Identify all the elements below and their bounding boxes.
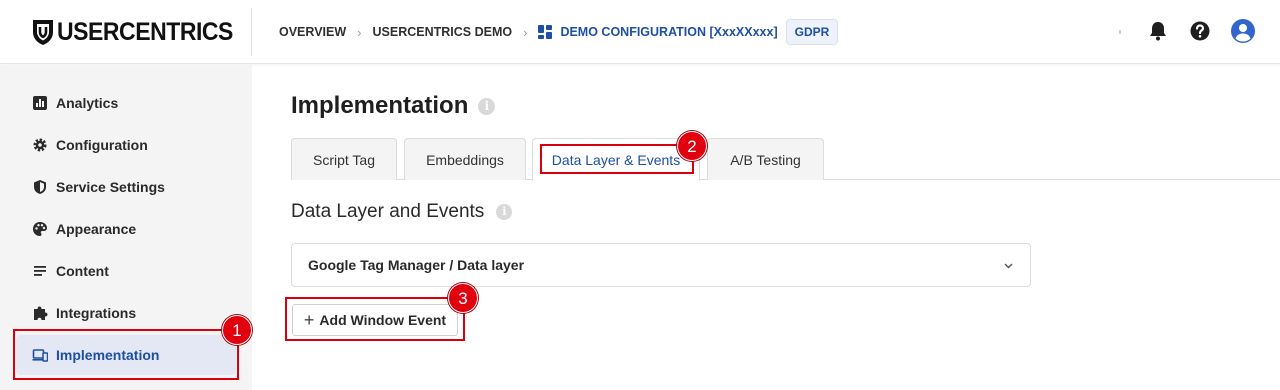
tab-embeddings[interactable]: Embeddings [404,138,526,180]
shield-icon [34,180,46,194]
dashboard-grid-icon [538,25,553,39]
analytics-icon [33,96,47,110]
sidebar-item-label: Appearance [56,221,137,237]
shield-logo-icon [33,20,53,45]
sidebar-item-integrations[interactable]: Integrations [16,293,236,333]
tab-label: Script Tag [313,151,375,168]
chevron-right-icon: › [357,24,362,40]
sidebar-item-label: Service Settings [56,179,165,195]
section-title-text: Data Layer and Events [291,201,485,222]
sidebar-item-label: Analytics [56,95,119,111]
info-icon[interactable]: i [496,204,513,220]
gtm-data-layer-accordion[interactable]: Google Tag Manager / Data layer [291,243,1031,287]
tab-script-tag[interactable]: Script Tag [291,138,397,180]
logo-text: USERCENTRICS [57,17,233,46]
tab-bar: Script Tag Embeddings Data Layer & Event… [291,138,1280,181]
help-icon[interactable] [1189,20,1211,42]
accordion-label: Google Tag Manager / Data layer [308,257,525,273]
gear-icon [33,138,47,152]
gdpr-badge: GDPR [785,19,839,45]
tab-label: A/B Testing [730,151,801,168]
breadcrumb-demo-configuration-label: DEMO CONFIGURATION [XxxXXxxx] [560,25,778,39]
bell-icon[interactable] [1147,20,1169,42]
header-separator [1119,30,1121,34]
breadcrumb-usercentrics-demo[interactable]: USERCENTRICS DEMO [373,25,513,39]
content-lines-icon [34,266,46,276]
sidebar-item-appearance[interactable]: Appearance [16,209,236,249]
breadcrumb-overview[interactable]: OVERVIEW [279,25,346,39]
annotation-box-1 [13,329,239,380]
sidebar-item-label: Configuration [56,137,148,153]
annotation-badge-1: 1 [222,315,252,345]
palette-icon [33,222,47,236]
sidebar-item-label: Content [56,263,109,279]
puzzle-icon [34,306,48,320]
header-divider [251,8,252,56]
annotation-box-3 [285,297,465,341]
sidebar-item-service-settings[interactable]: Service Settings [16,167,236,207]
page-title-text: Implementation [291,92,469,119]
page-title: Implementation i [291,92,496,120]
chevron-right-icon: › [523,24,528,40]
breadcrumb-demo-configuration[interactable]: DEMO CONFIGURATION [XxxXXxxx] [538,25,778,39]
sidebar-item-content[interactable]: Content [16,251,236,291]
annotation-badge-2: 2 [677,131,707,161]
sidebar-item-configuration[interactable]: Configuration [16,125,236,165]
annotation-box-2 [540,144,694,174]
annotation-badge-3: 3 [448,283,478,313]
breadcrumb: OVERVIEW › USERCENTRICS DEMO › DEMO CONF… [279,18,839,46]
chevron-down-icon [1004,263,1013,269]
user-avatar-icon[interactable] [1231,19,1255,43]
section-title: Data Layer and Events i [291,201,513,223]
info-icon[interactable]: i [478,97,496,115]
top-header: USERCENTRICS OVERVIEW › USERCENTRICS DEM… [0,0,1280,64]
tab-ab-testing[interactable]: A/B Testing [707,138,824,180]
sidebar-item-label: Integrations [56,305,137,321]
sidebar-item-analytics[interactable]: Analytics [16,83,236,123]
tab-label: Embeddings [426,151,504,168]
usercentrics-logo[interactable]: USERCENTRICS [31,17,248,47]
